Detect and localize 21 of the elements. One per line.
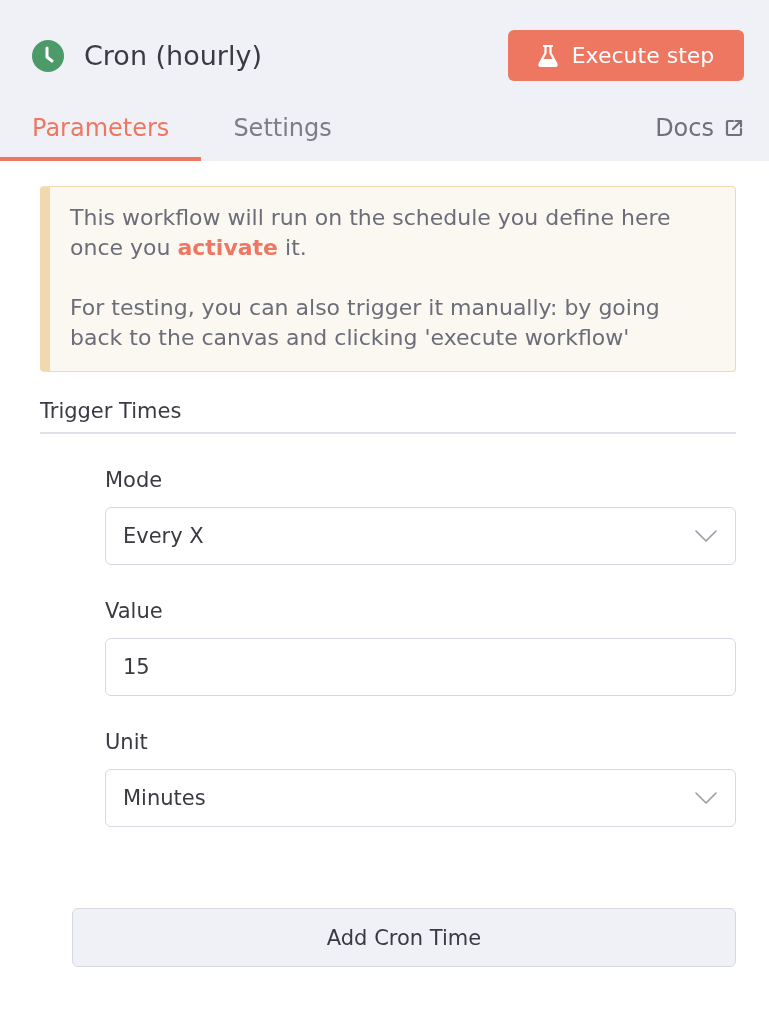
notice-text: This workflow will run on the schedule you define here once you activate it.	[70, 204, 672, 262]
chevron-down-icon	[695, 530, 717, 542]
chevron-down-icon	[695, 792, 717, 804]
field-label: Unit	[105, 729, 148, 755]
field-label: Value	[105, 598, 163, 624]
select-field[interactable]: Every X	[105, 507, 736, 565]
external-link-icon	[724, 118, 744, 138]
docs-link[interactable]: Docs	[655, 113, 744, 161]
activate-link[interactable]: activate	[177, 235, 279, 260]
execute-step-button[interactable]: Execute step	[508, 30, 744, 81]
input-field[interactable]: 15	[105, 638, 736, 696]
add-cron-time-button[interactable]: Add Cron Time	[72, 908, 736, 967]
tab[interactable]: Settings	[201, 96, 364, 161]
node-title: Cron (hourly)	[84, 40, 262, 71]
select-field[interactable]: Minutes	[105, 769, 736, 827]
flask-icon	[537, 44, 558, 67]
tab[interactable]: Parameters	[0, 96, 202, 161]
notice-text: For testing, you can also trigger it manually: by going back to the canvas and clicking 'execute workflow'	[70, 294, 661, 352]
clock-icon	[32, 39, 64, 72]
field-label: Mode	[105, 467, 163, 493]
section-heading: Trigger Times	[40, 398, 736, 434]
